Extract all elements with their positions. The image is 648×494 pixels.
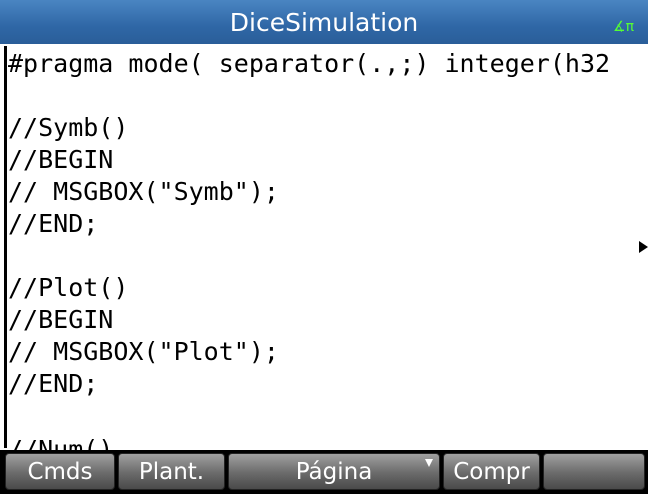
code-line-5[interactable]: // MSGBOX("Symb"); — [8, 176, 279, 208]
check-button[interactable]: Compr — [443, 453, 540, 490]
text-cursor — [4, 46, 7, 448]
angle-mode-indicator: ∡π — [613, 19, 634, 35]
cmds-button[interactable]: Cmds — [5, 453, 115, 490]
program-editor[interactable]: #pragma mode( separator(.,;) integer(h32… — [0, 44, 648, 450]
check-label: Compr — [453, 459, 530, 485]
code-line-1[interactable]: #pragma mode( separator(.,;) integer(h32 — [8, 48, 610, 80]
page-button[interactable]: Página — [228, 453, 440, 490]
cmds-label: Cmds — [27, 459, 93, 485]
blank-softkey[interactable] — [543, 453, 645, 490]
code-line-11[interactable]: //END; — [8, 368, 98, 400]
code-line-8[interactable]: //Plot() — [8, 272, 128, 304]
templates-button[interactable]: Plant. — [118, 453, 225, 490]
page-menu-arrow-icon — [425, 459, 433, 467]
page-label: Página — [295, 459, 373, 485]
code-line-10[interactable]: // MSGBOX("Plot"); — [8, 336, 279, 368]
templates-label: Plant. — [138, 459, 205, 485]
code-line-3[interactable]: //Symb() — [8, 112, 128, 144]
program-title: DiceSimulation — [229, 8, 419, 37]
code-line-13[interactable]: //Num() — [8, 434, 113, 450]
code-line-6[interactable]: //END; — [8, 208, 98, 240]
title-bar: DiceSimulation ∡π — [0, 0, 648, 44]
code-line-4[interactable]: //BEGIN — [8, 144, 113, 176]
soft-menu-bar: Cmds Plant. Página Compr — [0, 450, 648, 494]
code-line-9[interactable]: //BEGIN — [8, 304, 113, 336]
scroll-right-icon — [639, 241, 648, 253]
